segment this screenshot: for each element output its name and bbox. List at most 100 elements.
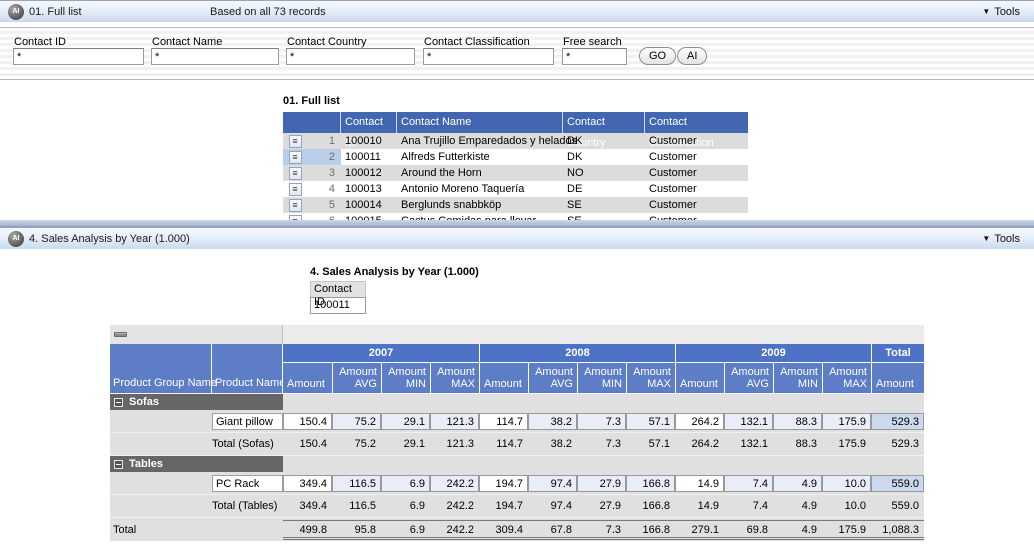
value-cell[interactable]: 7.3 xyxy=(577,413,626,430)
table-row[interactable]: ≡1100010Ana Trujillo Emparedados y helad… xyxy=(283,133,748,149)
contact-country-label: Contact Country xyxy=(287,36,366,48)
value-cell[interactable]: 349.4 xyxy=(283,475,332,492)
row-details-icon[interactable]: ≡ xyxy=(289,183,302,196)
measure-header[interactable]: Amount MIN xyxy=(773,362,822,393)
group-total-sum: 559.0 xyxy=(871,500,924,512)
row-total-cell[interactable]: 529.3 xyxy=(871,413,924,430)
panel2-tools-menu[interactable]: ▼Tools xyxy=(982,228,1020,250)
column-header-contact-classification[interactable]: Contact Classification xyxy=(645,112,748,133)
cell-contact-id: 100012 xyxy=(341,165,397,181)
measure-header[interactable]: Amount AVG xyxy=(332,362,381,393)
row-icon-cell: ≡ xyxy=(283,149,307,165)
value-cell[interactable]: 57.1 xyxy=(626,413,675,430)
product-name-cell[interactable]: Giant pillow xyxy=(212,413,283,430)
value-cell[interactable]: 29.1 xyxy=(381,413,430,430)
measure-header[interactable]: Amount AVG xyxy=(528,362,577,393)
group-total-value: 7.4 xyxy=(724,500,773,512)
value-cell[interactable]: 4.9 xyxy=(773,475,822,492)
value-cell[interactable]: 38.2 xyxy=(528,413,577,430)
value-cell[interactable]: 88.3 xyxy=(773,413,822,430)
product-name-cell[interactable]: PC Rack xyxy=(212,475,283,492)
row-number: 2 xyxy=(307,149,341,165)
group-total-value: 6.9 xyxy=(381,500,430,512)
group-total-value: 29.1 xyxy=(381,438,430,450)
table-row[interactable]: ≡2100011Alfreds FutterkisteDKCustomer xyxy=(283,149,748,165)
pivot-collapse-cell[interactable] xyxy=(110,325,283,344)
pivot-param-value[interactable]: 100011 xyxy=(310,297,366,314)
column-header-contact-name[interactable]: Contact Name xyxy=(397,112,563,133)
column-header-contact-country[interactable]: Contact Country xyxy=(563,112,645,133)
grand-total-value: 7.3 xyxy=(577,520,626,540)
total-column-header: Total xyxy=(871,344,924,362)
measure-header[interactable]: Amount AVG xyxy=(724,362,773,393)
grand-total-value: 6.9 xyxy=(381,520,430,540)
measure-header[interactable]: Amount MAX xyxy=(822,362,871,393)
year-header[interactable]: 2009 xyxy=(675,344,871,362)
free-search-input[interactable] xyxy=(562,48,627,65)
contact-country-input[interactable] xyxy=(286,48,415,65)
ai-button[interactable]: AI xyxy=(677,47,707,65)
row-details-icon[interactable]: ≡ xyxy=(289,135,302,148)
total-measure-header[interactable]: Amount xyxy=(871,362,924,393)
go-button[interactable]: GO xyxy=(639,47,676,65)
header-product-group-name[interactable]: Product Group Name xyxy=(110,344,212,393)
column-header-contact-id[interactable]: Contact ID xyxy=(341,112,397,133)
value-cell[interactable]: 175.9 xyxy=(822,413,871,430)
table-row[interactable]: ≡5100014Berglunds snabbköpSECustomer xyxy=(283,197,748,213)
sales-pivot-table: Product Group Name Product Name 20072008… xyxy=(110,325,924,541)
value-cell[interactable]: 121.3 xyxy=(430,413,479,430)
measure-header[interactable]: Amount MAX xyxy=(430,362,479,393)
contact-classification-label: Contact Classification xyxy=(424,36,530,48)
group-total-value: 10.0 xyxy=(822,500,871,512)
value-cell[interactable]: 194.7 xyxy=(479,475,528,492)
collapse-group-icon[interactable] xyxy=(114,460,123,469)
value-cell[interactable]: 166.8 xyxy=(626,475,675,492)
table-row[interactable]: ≡3100012Around the HornNOCustomer xyxy=(283,165,748,181)
row-total-cell[interactable]: 559.0 xyxy=(871,475,924,492)
group-bar[interactable]: Tables xyxy=(110,456,283,472)
measure-header[interactable]: Amount xyxy=(283,362,332,393)
value-cell[interactable]: 97.4 xyxy=(528,475,577,492)
group-total-value: 27.9 xyxy=(577,500,626,512)
measure-header[interactable]: Amount MAX xyxy=(626,362,675,393)
cell-contact-classification: Customer xyxy=(645,181,748,197)
value-cell[interactable]: 242.2 xyxy=(430,475,479,492)
row-details-icon[interactable]: ≡ xyxy=(289,167,302,180)
header-product-name[interactable]: Product Name xyxy=(212,344,283,393)
value-cell[interactable]: 75.2 xyxy=(332,413,381,430)
measure-header[interactable]: Amount xyxy=(479,362,528,393)
contact-id-input[interactable] xyxy=(13,48,144,65)
year-header[interactable]: 2008 xyxy=(479,344,675,362)
value-cell[interactable]: 114.7 xyxy=(479,413,528,430)
value-cell[interactable]: 14.9 xyxy=(675,475,724,492)
group-bar[interactable]: Sofas xyxy=(110,394,283,410)
contact-name-input[interactable] xyxy=(151,48,279,65)
panel1-header-bar: AI 01. Full list Based on all 73 records… xyxy=(0,0,1034,22)
measure-header[interactable]: Amount MIN xyxy=(381,362,430,393)
measure-header[interactable]: Amount MIN xyxy=(577,362,626,393)
row-icon-cell: ≡ xyxy=(283,197,307,213)
collapse-group-icon[interactable] xyxy=(114,398,123,407)
value-cell[interactable]: 27.9 xyxy=(577,475,626,492)
group-total-value: 175.9 xyxy=(822,438,871,450)
panel1-tools-menu[interactable]: ▼Tools xyxy=(982,1,1020,23)
value-cell[interactable]: 6.9 xyxy=(381,475,430,492)
measure-header[interactable]: Amount xyxy=(675,362,724,393)
panel1-record-count: Based on all 73 records xyxy=(210,1,326,23)
value-cell[interactable]: 116.5 xyxy=(332,475,381,492)
grand-total-sum: 1,088.3 xyxy=(871,520,924,540)
value-cell[interactable]: 264.2 xyxy=(675,413,724,430)
value-cell[interactable]: 132.1 xyxy=(724,413,773,430)
row-details-icon[interactable]: ≡ xyxy=(289,151,302,164)
panel-separator[interactable] xyxy=(0,220,1034,227)
value-cell[interactable]: 10.0 xyxy=(822,475,871,492)
group-total-value: 242.2 xyxy=(430,500,479,512)
value-cell[interactable]: 7.4 xyxy=(724,475,773,492)
table-row[interactable]: ≡4100013Antonio Moreno TaqueríaDECustome… xyxy=(283,181,748,197)
value-cell[interactable]: 150.4 xyxy=(283,413,332,430)
contact-classification-input[interactable] xyxy=(423,48,554,65)
row-details-icon[interactable]: ≡ xyxy=(289,199,302,212)
collapse-all-icon[interactable] xyxy=(114,332,127,337)
row-number: 3 xyxy=(307,165,341,181)
year-header[interactable]: 2007 xyxy=(283,344,479,362)
